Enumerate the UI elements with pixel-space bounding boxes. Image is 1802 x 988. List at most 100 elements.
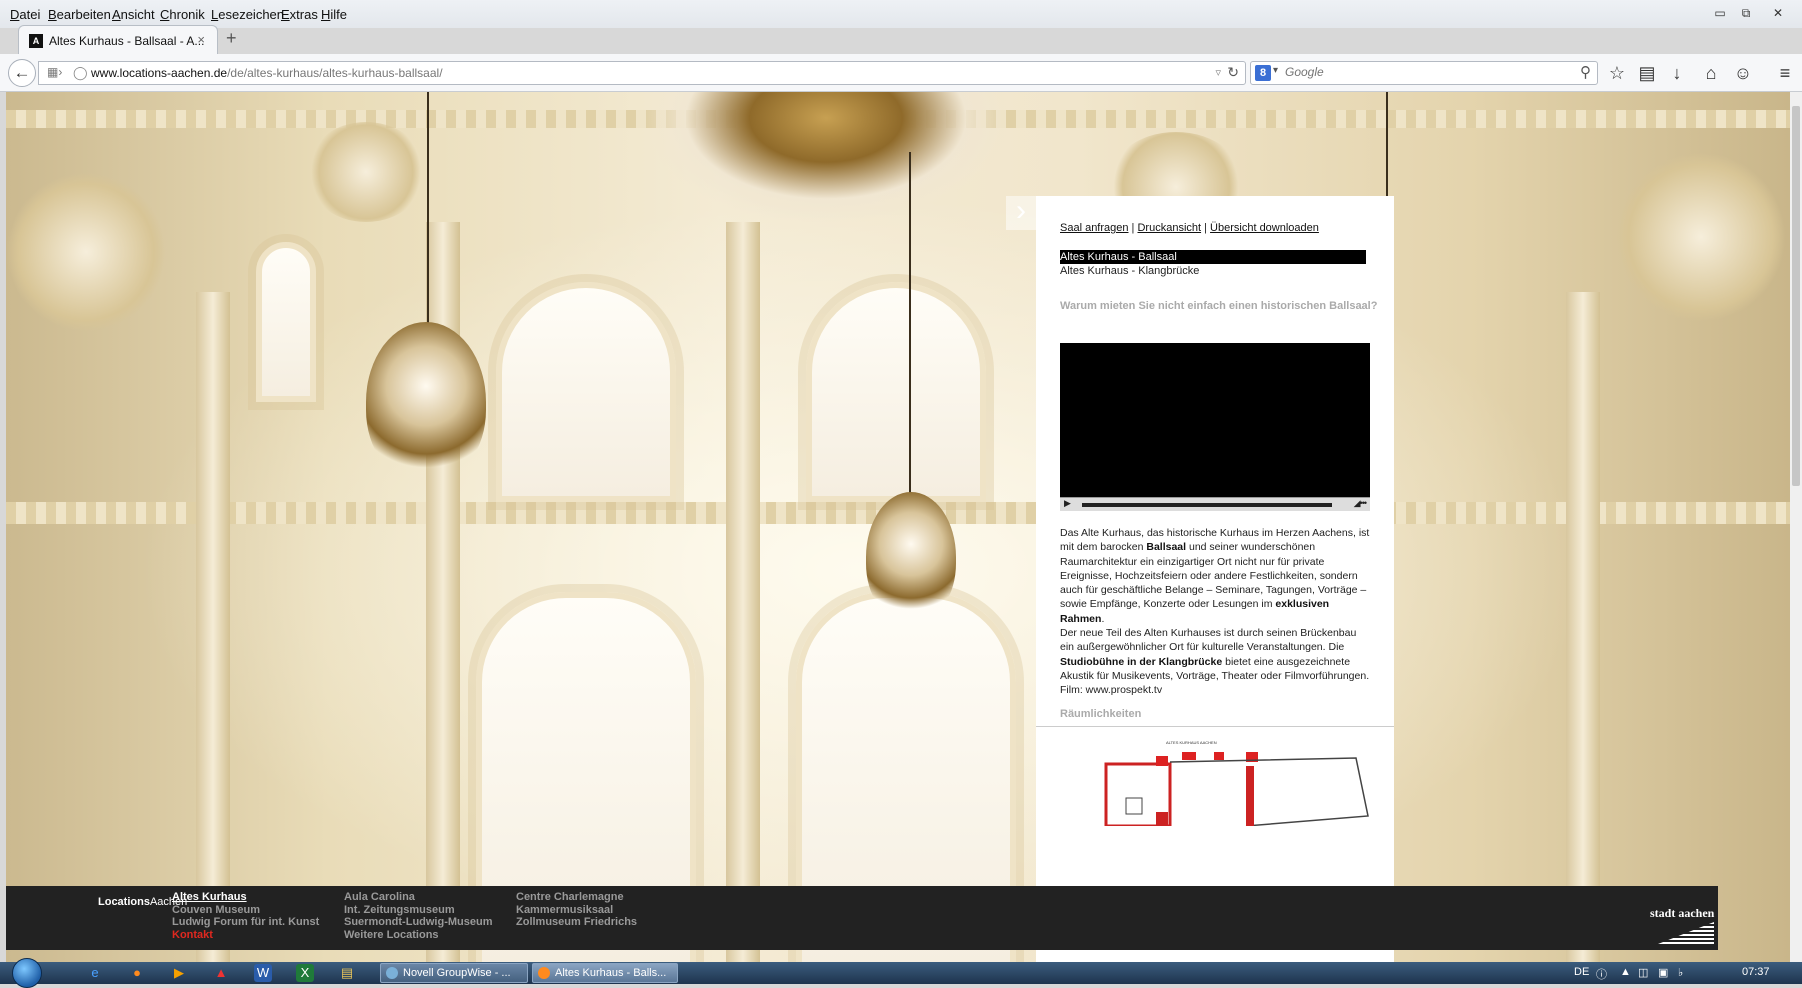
identity-box-icon[interactable]: ▦› xyxy=(47,65,62,79)
footer-link-aula-carolina[interactable]: Aula Carolina xyxy=(344,891,493,904)
restore-button[interactable]: ⧉ xyxy=(1734,6,1758,22)
explorer-folder-icon[interactable]: ▤ xyxy=(338,964,356,982)
saal-anfragen-link[interactable]: Saal anfragen xyxy=(1060,222,1129,234)
language-indicator[interactable]: DE xyxy=(1574,966,1589,978)
rooms-heading: Räumlichkeiten xyxy=(1060,708,1142,720)
excel-icon[interactable]: X xyxy=(296,964,314,982)
new-tab-button[interactable]: + xyxy=(226,28,237,49)
acrobat-icon[interactable]: ▲ xyxy=(212,964,230,982)
task-label: Novell GroupWise - ... xyxy=(403,967,511,979)
desc-bold: Studiobühne in der Klangbrücke xyxy=(1060,655,1223,668)
volume-icon[interactable]: ◢••• xyxy=(1354,498,1367,509)
url-bar[interactable]: ▦› ◯ www.locations-aachen.de/de/altes-ku… xyxy=(38,61,1246,85)
task-label: Altes Kurhaus - Balls... xyxy=(555,967,667,979)
search-engine-icon[interactable]: 8 xyxy=(1255,65,1271,81)
tab-strip: A Altes Kurhaus - Ballsaal - A... × + xyxy=(0,22,1802,55)
rooms-divider xyxy=(1036,726,1394,727)
search-bar[interactable]: 8 ▾ ⚲ xyxy=(1250,61,1598,85)
url-dropdown-icon[interactable]: ▿ xyxy=(1215,66,1221,79)
page-scrollbar[interactable] xyxy=(1790,92,1802,962)
footer-link-couven-museum[interactable]: Couven Museum xyxy=(172,904,319,917)
scrollbar-thumb[interactable] xyxy=(1792,106,1800,486)
footer-link-zollmuseum[interactable]: Zollmuseum Friedrichs xyxy=(516,916,637,929)
search-icon[interactable]: ⚲ xyxy=(1580,63,1591,81)
uebersicht-downloaden-link[interactable]: Übersicht downloaden xyxy=(1210,222,1319,234)
chandelier-chain xyxy=(427,92,429,332)
location-item-klangbruecke[interactable]: Altes Kurhaus - Klangbrücke xyxy=(1060,264,1366,278)
download-icon[interactable]: ↓ xyxy=(1664,60,1690,86)
close-window-button[interactable]: ✕ xyxy=(1766,6,1790,22)
video-controls: ▶ ◢••• xyxy=(1060,497,1370,511)
pillar xyxy=(1566,292,1600,962)
footer-column-2: Aula Carolina Int. Zeitungsmuseum Suermo… xyxy=(344,891,493,941)
panel-links: Saal anfragen | Druckansicht | Übersicht… xyxy=(1060,222,1319,234)
video-player[interactable] xyxy=(1060,343,1370,511)
reload-icon[interactable]: ↻ xyxy=(1227,64,1239,81)
globe-icon: ◯ xyxy=(73,65,88,80)
wall-ornament xyxy=(6,172,166,332)
druckansicht-link[interactable]: Druckansicht xyxy=(1137,222,1201,234)
chat-icon[interactable]: ☺ xyxy=(1730,60,1756,86)
menu-chronik[interactable]: Chronik xyxy=(160,7,205,22)
network-icon[interactable]: ◫ xyxy=(1638,966,1648,979)
firefox-icon[interactable]: ● xyxy=(128,964,146,982)
floorplan-image: ALTES KURHAUS AACHEN xyxy=(1104,740,1369,826)
hamburger-icon[interactable]: ≡ xyxy=(1772,60,1798,86)
tray-expand-icon[interactable]: ▲ xyxy=(1620,966,1631,978)
display-icon[interactable]: ▣ xyxy=(1658,966,1668,979)
footer-link-kammermusiksaal[interactable]: Kammermusiksaal xyxy=(516,904,637,917)
stadt-aachen-logo[interactable]: stadt aachen xyxy=(1650,906,1720,944)
search-input[interactable] xyxy=(1285,65,1565,79)
menu-bearbeiten[interactable]: Bearbeiten xyxy=(48,7,111,22)
url-path: /de/altes-kurhaus/altes-kurhaus-ballsaal… xyxy=(227,66,443,80)
brand-bold: Locations xyxy=(98,896,150,908)
upper-window xyxy=(256,242,316,402)
desc-text: Der neue Teil des Alten Kurhauses ist du… xyxy=(1060,627,1357,654)
home-icon[interactable]: ⌂ xyxy=(1698,60,1724,86)
menu-lesezeichen[interactable]: Lesezeichen xyxy=(211,7,284,22)
menu-datei[interactable]: Datei xyxy=(10,7,40,22)
footer-link-suermondt-ludwig-museum[interactable]: Suermondt-Ludwig-Museum xyxy=(344,916,493,929)
back-arrow-icon[interactable]: ← xyxy=(8,59,36,87)
upper-window xyxy=(496,282,676,502)
footer-link-weitere-locations[interactable]: Weitere Locations xyxy=(344,929,493,942)
video-progress-bar[interactable] xyxy=(1082,503,1332,507)
desc-text: . xyxy=(1101,612,1105,625)
location-item-ballsaal[interactable]: Altes Kurhaus - Ballsaal xyxy=(1060,250,1366,264)
chandelier-chain xyxy=(909,152,911,502)
navigation-bar: ← ▦› ◯ www.locations-aachen.de/de/altes-… xyxy=(0,54,1802,92)
tab-close-icon[interactable]: × xyxy=(197,32,205,47)
logo-text: stadt aachen xyxy=(1650,906,1715,920)
media-player-icon[interactable]: ▶ xyxy=(170,964,188,982)
internet-explorer-icon[interactable]: e xyxy=(86,964,104,982)
minimize-button[interactable]: ▭ xyxy=(1708,6,1732,22)
system-tray: DE ⓘ ▲ ◫ ▣ ♭ 07:37 xyxy=(1560,962,1802,984)
task-firefox[interactable]: Altes Kurhaus - Balls... xyxy=(532,963,678,983)
pillar xyxy=(196,292,230,962)
help-icon[interactable]: ⓘ xyxy=(1596,966,1607,982)
play-icon[interactable]: ▶ xyxy=(1064,498,1071,509)
task-groupwise[interactable]: Novell GroupWise - ... xyxy=(380,963,528,983)
clipboard-icon[interactable]: ▤ xyxy=(1634,60,1660,86)
star-icon[interactable]: ☆ xyxy=(1604,60,1630,86)
clock[interactable]: 07:37 xyxy=(1742,966,1770,978)
footer-link-centre-charlemagne[interactable]: Centre Charlemagne xyxy=(516,891,637,904)
menu-hilfe[interactable]: Hilfe xyxy=(321,7,347,22)
menu-ansicht[interactable]: Ansicht xyxy=(112,7,155,22)
panel-heading: Warum mieten Sie nicht einfach einen his… xyxy=(1060,300,1378,312)
word-icon[interactable]: W xyxy=(254,964,272,982)
tab-title: Altes Kurhaus - Ballsaal - A... xyxy=(49,34,205,48)
footer-link-ludwig-forum[interactable]: Ludwig Forum für int. Kunst xyxy=(172,916,319,929)
page-viewport: › Saal anfragen | Druckansicht | Übersic… xyxy=(6,92,1790,962)
menu-extras[interactable]: Extras xyxy=(281,7,318,22)
panel-toggle-arrow-icon[interactable]: › xyxy=(1006,196,1036,230)
desc-bold: Ballsaal xyxy=(1146,541,1187,554)
footer-link-zeitungsmuseum[interactable]: Int. Zeitungsmuseum xyxy=(344,904,493,917)
engine-dropdown-icon[interactable]: ▾ xyxy=(1273,65,1278,76)
footer-link-kontakt[interactable]: Kontakt xyxy=(172,929,319,942)
url-text[interactable]: www.locations-aachen.de/de/altes-kurhaus… xyxy=(91,66,443,80)
volume-muted-icon[interactable]: ♭ xyxy=(1678,966,1683,979)
chandelier-left xyxy=(366,322,486,482)
footer-link-altes-kurhaus[interactable]: Altes Kurhaus xyxy=(172,891,319,904)
tab-altes-kurhaus[interactable]: A Altes Kurhaus - Ballsaal - A... × xyxy=(18,25,218,55)
